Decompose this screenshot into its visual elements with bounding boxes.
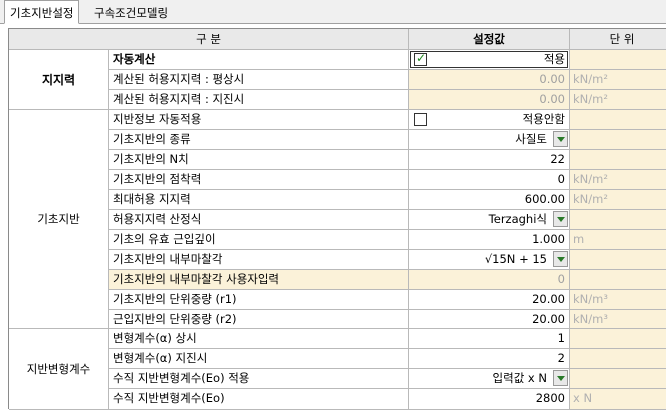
row-formula-unit	[570, 210, 666, 230]
row-alpha-normal-unit	[570, 329, 666, 349]
row-unit-weight-r2-label: 근입지반의 단위중량 (r2)	[109, 310, 409, 329]
soil-type-dropdown[interactable]: 사질토	[409, 130, 570, 150]
row-eo-apply-unit	[570, 369, 666, 389]
row-n-value-label: 기초지반의 N치	[109, 150, 409, 170]
formula-dropdown[interactable]: Terzaghi식	[409, 210, 570, 230]
friction-user-input: 0	[409, 270, 570, 290]
friction-angle-value: √15N + 15	[484, 252, 547, 266]
cohesion-input[interactable]: 0	[409, 170, 570, 190]
row-auto-calc-label: 자동계산	[109, 50, 409, 70]
friction-angle-dropdown[interactable]: √15N + 15	[409, 250, 570, 270]
row-unit-weight-r2-unit: kN/m³	[570, 310, 666, 329]
row-alpha-seismic-label: 변형계수(α) 지진시	[109, 349, 409, 369]
row-soil-type-label: 기초지반의 종류	[109, 130, 409, 150]
alpha-seismic-input[interactable]: 2	[409, 349, 570, 369]
row-alpha-seismic-unit	[570, 349, 666, 369]
row-friction-user-unit	[570, 270, 666, 290]
group-foundation-ground: 기초지반	[9, 110, 109, 329]
row-friction-angle-label: 기초지반의 내부마찰각	[109, 250, 409, 270]
alpha-normal-input[interactable]: 1	[409, 329, 570, 349]
chevron-down-icon[interactable]	[553, 251, 568, 267]
tab-constraint-modeling[interactable]: 구속조건모델링	[89, 1, 173, 24]
tab-label: 구속조건모델링	[94, 6, 169, 20]
tab-foundation-settings[interactable]: 기초지반설정	[4, 0, 80, 24]
chevron-down-icon[interactable]	[553, 370, 568, 386]
row-ground-info-label: 지반정보 자동적용	[109, 110, 409, 130]
row-formula-label: 허용지지력 산정식	[109, 210, 409, 230]
row-embed-depth-unit: m	[570, 230, 666, 250]
header-value: 설정값	[409, 29, 570, 50]
row-eo-apply-label: 수직 지반변형계수(Eo) 적용	[109, 369, 409, 389]
auto-calc-checkbox[interactable]: ✓	[414, 51, 427, 66]
group-bearing-capacity: 지지력	[9, 50, 109, 110]
auto-calc-value-text: 적용	[543, 52, 565, 66]
unit-weight-r2-input[interactable]: 20.00	[409, 310, 570, 329]
unit-weight-r1-input[interactable]: 20.00	[409, 290, 570, 310]
n-value-input[interactable]: 22	[409, 150, 570, 170]
row-friction-angle-unit	[570, 250, 666, 270]
ground-info-checkbox[interactable]	[414, 113, 427, 126]
row-cohesion-label: 기초지반의 점착력	[109, 170, 409, 190]
tab-label: 기초지반설정	[10, 6, 74, 20]
header-category: 구 분	[9, 29, 409, 50]
row-allowable-seismic-value: 0.00	[409, 90, 570, 110]
row-unit-weight-r1-unit: kN/m³	[570, 290, 666, 310]
formula-value: Terzaghi식	[488, 212, 547, 226]
row-cohesion-unit: kN/m²	[570, 170, 666, 190]
soil-type-value: 사질토	[515, 132, 547, 146]
ground-info-value-text: 적용안함	[522, 112, 565, 126]
row-ground-info-value[interactable]: 적용안함	[409, 110, 570, 130]
header-unit: 단 위	[570, 29, 666, 50]
row-unit-weight-r1-label: 기초지반의 단위중량 (r1)	[109, 290, 409, 310]
chevron-down-icon[interactable]	[553, 211, 568, 227]
group-deformation-coefficient: 지반변형계수	[9, 329, 109, 410]
embed-depth-input[interactable]: 1.000	[409, 230, 570, 250]
check-icon: ✓	[416, 51, 427, 65]
chevron-down-icon[interactable]	[553, 131, 568, 147]
row-eo-unit: x N	[570, 389, 666, 410]
row-ground-info-unit	[570, 110, 666, 130]
property-grid: 구 분 설정값 단 위 지지력 기초지반 지반변형계수 자동계산 ✓ 적용 계산…	[8, 28, 666, 410]
row-alpha-normal-label: 변형계수(α) 상시	[109, 329, 409, 349]
row-allowable-seismic-label: 계산된 허용지지력 : 지진시	[109, 90, 409, 110]
max-bearing-input[interactable]: 600.00	[409, 190, 570, 210]
tab-bar: 기초지반설정 구속조건모델링	[0, 0, 666, 24]
row-max-bearing-unit: kN/m²	[570, 190, 666, 210]
row-embed-depth-label: 기초의 유효 근입깊이	[109, 230, 409, 250]
row-max-bearing-label: 최대허용 지지력	[109, 190, 409, 210]
row-allowable-seismic-unit: kN/m²	[570, 90, 666, 110]
row-auto-calc-value[interactable]: ✓ 적용	[409, 50, 570, 70]
row-auto-calc-unit	[570, 50, 666, 70]
row-n-value-unit	[570, 150, 666, 170]
eo-apply-value: 입력값 x N	[492, 371, 547, 385]
row-allowable-normal-unit: kN/m²	[570, 70, 666, 90]
row-friction-user-label: 기초지반의 내부마찰각 사용자입력	[109, 270, 409, 290]
row-soil-type-unit	[570, 130, 666, 150]
row-eo-label: 수직 지반변형계수(Eo)	[109, 389, 409, 410]
row-allowable-normal-value: 0.00	[409, 70, 570, 90]
eo-input[interactable]: 2800	[409, 389, 570, 410]
row-allowable-normal-label: 계산된 허용지지력 : 평상시	[109, 70, 409, 90]
eo-apply-dropdown[interactable]: 입력값 x N	[409, 369, 570, 389]
